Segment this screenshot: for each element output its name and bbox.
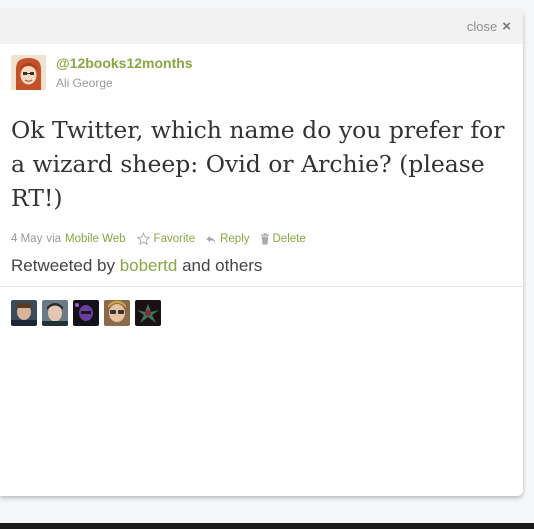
favorite-action[interactable]: Favorite [136, 232, 196, 246]
divider [0, 286, 523, 287]
author-real-name: Ali George [56, 76, 113, 90]
retweeted-prefix: Retweeted by [11, 256, 115, 275]
close-button[interactable]: close × [467, 19, 511, 34]
retweeter-avatar[interactable] [135, 300, 161, 326]
star-icon [136, 232, 151, 246]
retweeter-link[interactable]: bobertd [120, 256, 178, 275]
panel-header: close × [0, 10, 523, 44]
delete-label: Delete [272, 233, 306, 245]
trash-icon [260, 233, 269, 245]
tweet-detail-panel: close × @12books12months Ali George Ok T… [0, 10, 523, 496]
close-label: close [466, 19, 498, 34]
tweet-source-link[interactable]: Mobile Web [65, 233, 126, 245]
close-icon: × [502, 18, 511, 35]
retweeter-avatar[interactable] [11, 300, 37, 326]
reply-arrow-icon [206, 235, 216, 243]
author-avatar[interactable] [11, 55, 46, 90]
reply-action[interactable]: Reply [205, 233, 250, 245]
retweeter-avatars [11, 300, 161, 326]
bottom-strip [0, 523, 534, 529]
author-screen-name[interactable]: @12books12months [56, 55, 193, 71]
retweeter-avatar[interactable] [42, 300, 68, 326]
tweet-meta: 4 May via Mobile Web Favorite Reply Dele… [11, 232, 306, 246]
via-label: via [46, 233, 62, 245]
tweet-date[interactable]: 4 May [11, 233, 42, 245]
retweeted-suffix[interactable]: and others [182, 256, 262, 275]
retweeter-avatar[interactable] [73, 300, 99, 326]
delete-action[interactable]: Delete [260, 233, 306, 245]
retweeter-avatar[interactable] [104, 300, 130, 326]
tweet-text: Ok Twitter, which name do you prefer for… [11, 116, 505, 212]
reply-label: Reply [220, 233, 250, 245]
retweeted-by: Retweeted by bobertd and others [11, 256, 262, 276]
favorite-label: Favorite [153, 233, 196, 245]
